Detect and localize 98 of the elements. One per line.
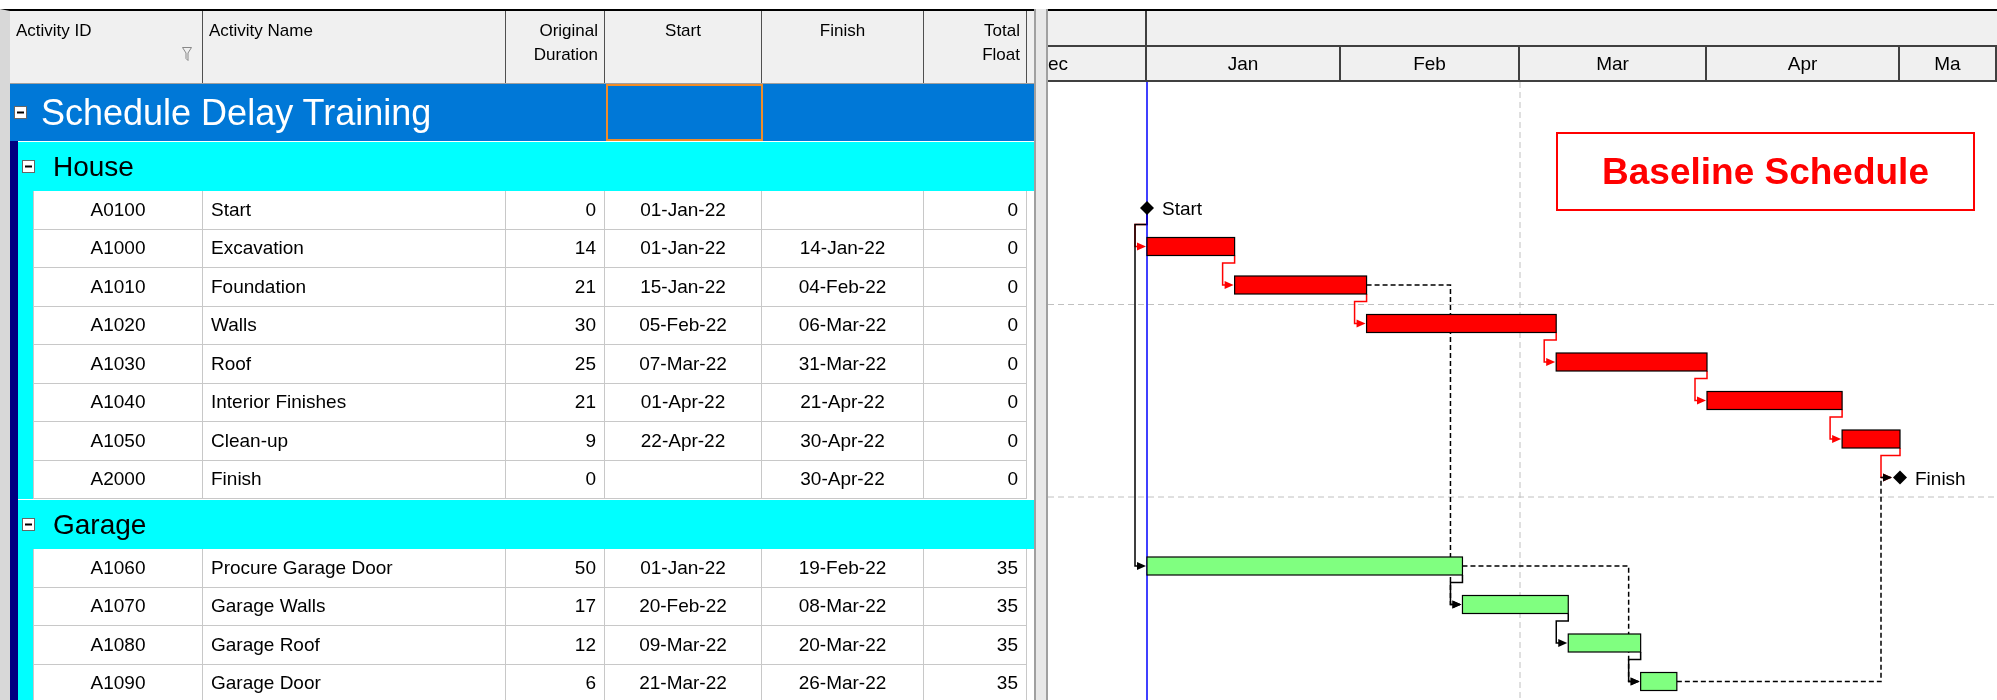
table-cell: Procure Garage Door — [203, 549, 506, 588]
table-cell: 35 — [924, 587, 1027, 626]
table-cell: 01-Apr-22 — [605, 383, 762, 422]
table-cell: 25 — [506, 345, 605, 384]
table-cell: 05-Feb-22 — [605, 306, 762, 345]
table-cell: 20-Feb-22 — [605, 587, 762, 626]
milestone-label: Start — [1162, 198, 1203, 219]
table-cell: 07-Mar-22 — [605, 345, 762, 384]
table-cell: 21 — [506, 383, 605, 422]
month-header: Jan — [1147, 47, 1341, 80]
table-cell: A1050 — [33, 422, 203, 461]
table-cell: 19-Feb-22 — [762, 549, 924, 588]
table-cell: 31-Mar-22 — [762, 345, 924, 384]
table-cell: Foundation — [203, 268, 506, 307]
table-cell: A1000 — [33, 229, 203, 268]
task-bar[interactable] — [1365, 313, 1557, 334]
table-cell: 09-Mar-22 — [605, 626, 762, 665]
table-cell: 06-Mar-22 — [762, 306, 924, 345]
table-cell: 14-Jan-22 — [762, 229, 924, 268]
table-cell: 0 — [506, 191, 605, 230]
table-cell: Garage Door — [203, 664, 506, 700]
table-cell: Excavation — [203, 229, 506, 268]
table-cell: 0 — [924, 268, 1027, 307]
table-cell: Clean-up — [203, 422, 506, 461]
table-cell: 0 — [924, 306, 1027, 345]
month-header: ec — [1048, 47, 1147, 80]
group-title: Garage — [53, 508, 147, 541]
table-cell: Garage Walls — [203, 587, 506, 626]
table-cell: Start — [203, 191, 506, 230]
column-header[interactable]: Finish — [762, 11, 924, 83]
table-cell: 35 — [924, 626, 1027, 665]
milestone-label: Finish — [1915, 467, 1966, 489]
table-cell: 30-Apr-22 — [762, 422, 924, 461]
month-header: Mar — [1520, 47, 1707, 80]
table-cell: 6 — [506, 664, 605, 700]
collapse-icon[interactable] — [22, 160, 35, 173]
table-cell: 17 — [506, 587, 605, 626]
column-header[interactable]: Activity ID — [10, 11, 203, 83]
task-bar[interactable] — [1461, 594, 1569, 615]
table-cell: 21 — [506, 268, 605, 307]
table-cell: Interior Finishes — [203, 383, 506, 422]
table-cell: 35 — [924, 664, 1027, 700]
table-cell: Garage Roof — [203, 626, 506, 665]
table-cell: 30 — [506, 306, 605, 345]
table-cell: A1040 — [33, 383, 203, 422]
table-cell: 21-Apr-22 — [762, 383, 924, 422]
group-title: House — [53, 150, 134, 183]
table-cell: Roof — [203, 345, 506, 384]
table-cell: 01-Jan-22 — [605, 191, 762, 230]
task-bar[interactable] — [1146, 236, 1236, 257]
task-bar[interactable] — [1567, 633, 1642, 653]
table-cell: A1070 — [33, 587, 203, 626]
milestone-icon[interactable] — [1140, 201, 1154, 215]
table-cell: A1090 — [33, 664, 203, 700]
column-header[interactable]: Original Duration — [506, 11, 605, 83]
table-cell: 0 — [924, 422, 1027, 461]
group-band[interactable]: Garage — [18, 499, 1034, 549]
table-cell: 0 — [924, 191, 1027, 230]
table-cell: 12 — [506, 626, 605, 665]
table-cell: A0100 — [33, 191, 203, 230]
project-row[interactable]: Schedule Delay Training — [10, 84, 1034, 141]
table-cell: A1080 — [33, 626, 203, 665]
table-cell: 0 — [924, 383, 1027, 422]
table-cell: 15-Jan-22 — [605, 268, 762, 307]
collapse-icon[interactable] — [22, 518, 35, 531]
month-header: Ma — [1900, 47, 1997, 80]
collapse-icon[interactable] — [14, 106, 27, 119]
month-header: Feb — [1341, 47, 1520, 80]
table-cell: 01-Jan-22 — [605, 549, 762, 588]
table-cell: 04-Feb-22 — [762, 268, 924, 307]
column-header[interactable]: Total Float — [924, 11, 1027, 83]
column-header[interactable]: Start — [605, 11, 762, 83]
table-cell: 9 — [506, 422, 605, 461]
table-cell: 21-Mar-22 — [605, 664, 762, 700]
table-cell: 0 — [924, 229, 1027, 268]
table-cell: 26-Mar-22 — [762, 664, 924, 700]
table-cell: 20-Mar-22 — [762, 626, 924, 665]
table-cell: A1030 — [33, 345, 203, 384]
table-cell: 14 — [506, 229, 605, 268]
table-cell: 08-Mar-22 — [762, 587, 924, 626]
table-cell: 22-Apr-22 — [605, 422, 762, 461]
filter-icon[interactable] — [182, 47, 192, 61]
focused-cell[interactable] — [606, 84, 763, 141]
month-header: Apr — [1707, 47, 1900, 80]
task-bar[interactable] — [1706, 390, 1843, 411]
table-cell: A1010 — [33, 268, 203, 307]
project-title: Schedule Delay Training — [41, 91, 432, 134]
task-bar[interactable] — [1640, 671, 1678, 692]
table-cell: Walls — [203, 306, 506, 345]
table-cell: 50 — [506, 549, 605, 588]
table-cell: 35 — [924, 549, 1027, 588]
group-band[interactable]: House — [18, 141, 1034, 191]
column-header[interactable]: Activity Name — [203, 11, 506, 83]
table-cell: A1020 — [33, 306, 203, 345]
table-cell: 0 — [924, 345, 1027, 384]
annotation-label: Baseline Schedule — [1556, 132, 1975, 211]
table-cell: 01-Jan-22 — [605, 229, 762, 268]
table-cell: A1060 — [33, 549, 203, 588]
